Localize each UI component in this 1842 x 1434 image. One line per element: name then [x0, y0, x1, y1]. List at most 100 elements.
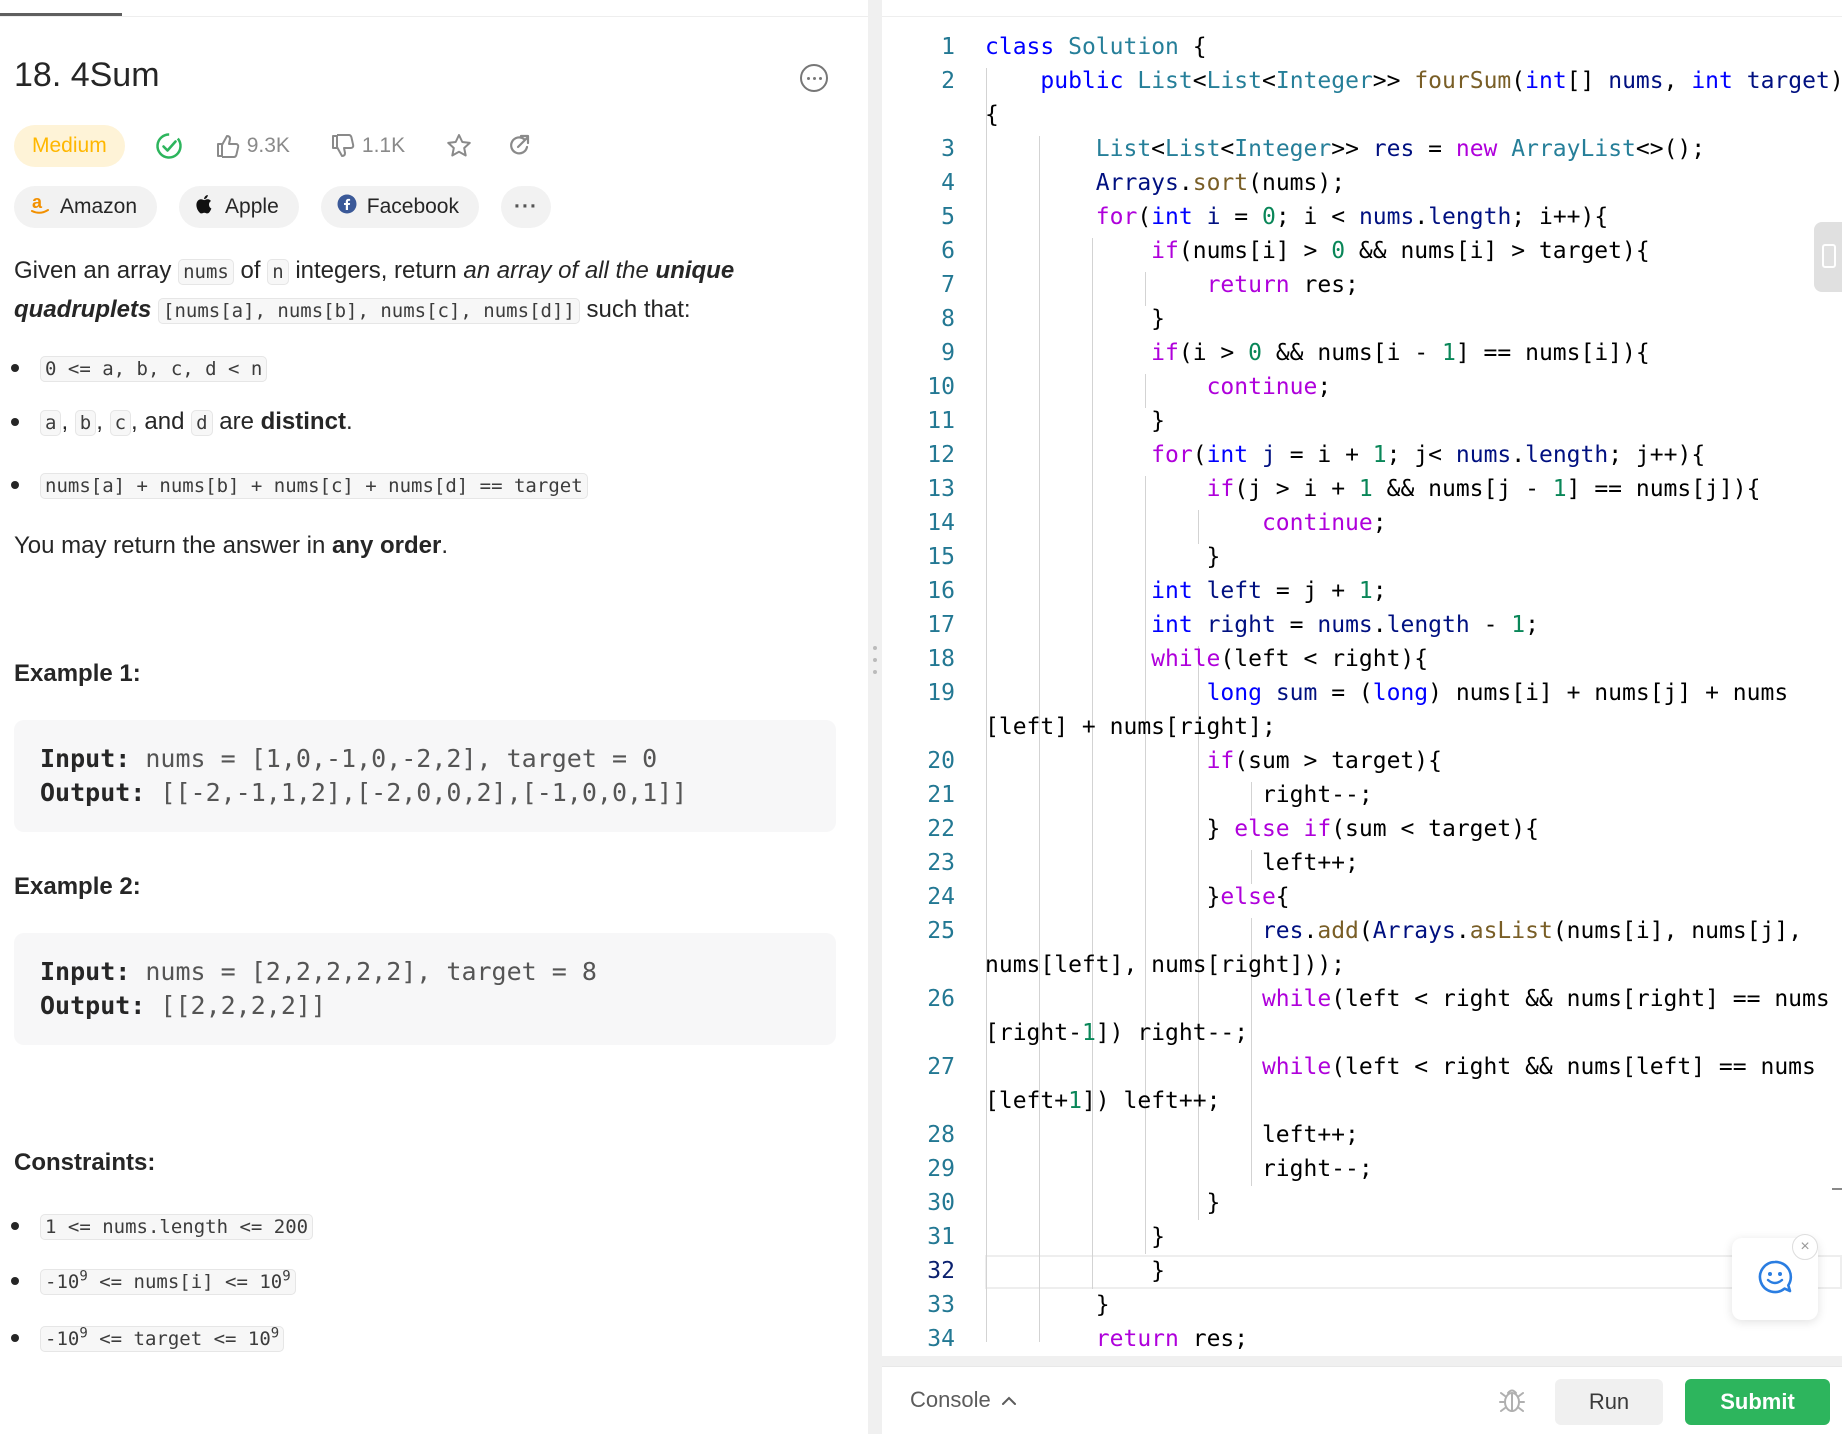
code-line[interactable]: 11 } — [882, 404, 1842, 438]
code-line[interactable]: 27 while(left < right && nums[left] == n… — [882, 1050, 1842, 1084]
likes-count: 9.3K — [246, 134, 290, 157]
code-line[interactable]: 10 continue; — [882, 370, 1842, 404]
line-number: 13 — [927, 476, 955, 502]
line-number: 24 — [927, 884, 955, 910]
code-line[interactable]: [right-1]) right--; — [882, 1016, 1842, 1050]
problem-description: Given an array nums of n integers, retur… — [14, 257, 735, 324]
svg-text:a: a — [32, 193, 43, 212]
example-2-box: Input: nums = [2,2,2,2,2], target = 8 Ou… — [14, 933, 836, 1045]
line-number: 3 — [941, 136, 955, 162]
example-1-box: Input: nums = [1,0,-1,0,-2,2], target = … — [14, 720, 836, 832]
company-tag-label: Apple — [225, 195, 279, 218]
code-line[interactable]: 16 int left = j + 1; — [882, 574, 1842, 608]
like-button[interactable]: 9.3K — [215, 133, 290, 159]
line-number: 8 — [941, 306, 955, 332]
code-line[interactable]: 29 right--; — [882, 1152, 1842, 1186]
line-number: 18 — [927, 646, 955, 672]
problem-title: 18. 4Sum — [14, 56, 160, 94]
problem-panel: 18. 4Sum Medium 9.3K 1.1K a Amazon Apple — [0, 0, 868, 1434]
code-line[interactable]: 9 if(i > 0 && nums[i - 1] == nums[i]){ — [882, 336, 1842, 370]
problem-meta-row: Medium 9.3K 1.1K — [14, 124, 533, 168]
code-line[interactable]: [left] + nums[right]; — [882, 710, 1842, 744]
company-tag-apple[interactable]: Apple — [179, 186, 299, 228]
code-line[interactable]: 34 return res; — [882, 1322, 1842, 1356]
code-line[interactable]: 30 } — [882, 1186, 1842, 1220]
line-number: 11 — [927, 408, 955, 434]
line-number: 22 — [927, 816, 955, 842]
code-line[interactable]: 28 left++; — [882, 1118, 1842, 1152]
line-number: 31 — [927, 1224, 955, 1250]
line-number: 16 — [927, 578, 955, 604]
more-options-icon[interactable] — [800, 64, 828, 92]
submit-button[interactable]: Submit — [1685, 1379, 1830, 1425]
code-line[interactable]: 18 while(left < right){ — [882, 642, 1842, 676]
code-editor[interactable]: 1 class Solution {2 public List<List<Inte… — [882, 0, 1842, 1356]
code-line[interactable]: 13 if(j > i + 1 && nums[j - 1] == nums[j… — [882, 472, 1842, 506]
pane-divider[interactable] — [868, 0, 882, 1434]
star-icon[interactable] — [445, 132, 473, 160]
code-line[interactable]: 17 int right = nums.length - 1; — [882, 608, 1842, 642]
run-button[interactable]: Run — [1555, 1379, 1663, 1425]
code-line[interactable]: 23 left++; — [882, 846, 1842, 880]
more-companies-button[interactable]: ··· — [501, 186, 551, 228]
code-line[interactable]: 19 long sum = (long) nums[i] + nums[j] +… — [882, 676, 1842, 710]
code-line[interactable]: 22 } else if(sum < target){ — [882, 812, 1842, 846]
order-note: You may return the answer in any order. — [14, 532, 449, 559]
company-tag-amazon[interactable]: a Amazon — [14, 186, 158, 228]
console-label: Console — [910, 1387, 991, 1412]
facebook-logo-icon — [337, 194, 357, 220]
apple-logo-icon — [195, 193, 215, 221]
code-line[interactable]: 15 } — [882, 540, 1842, 574]
code-line[interactable]: 12 for(int j = i + 1; j< nums.length; j+… — [882, 438, 1842, 472]
ellipsis-icon: ··· — [514, 195, 538, 218]
line-number: 33 — [927, 1292, 955, 1318]
console-toggle[interactable]: Console — [910, 1387, 1017, 1413]
line-number: 19 — [927, 680, 955, 706]
company-tag-facebook[interactable]: Facebook — [320, 186, 479, 228]
code-line[interactable]: 14 continue; — [882, 506, 1842, 540]
share-icon[interactable] — [505, 132, 533, 160]
line-number: 5 — [941, 204, 955, 230]
code-line[interactable]: 1 class Solution { — [882, 30, 1842, 64]
line-number: 21 — [927, 782, 955, 808]
code-line[interactable]: 3 List<List<Integer>> res = new ArrayLis… — [882, 132, 1842, 166]
code-line[interactable]: 2 public List<List<Integer>> fourSum(int… — [882, 64, 1842, 98]
example-1-heading: Example 1: — [14, 660, 141, 687]
code-line[interactable]: 7 return res; — [882, 268, 1842, 302]
console-bar: Console Run Submit — [882, 1366, 1842, 1434]
code-line[interactable]: 24 }else{ — [882, 880, 1842, 914]
line-number: 2 — [941, 68, 955, 94]
line-number: 17 — [927, 612, 955, 638]
side-panel-toggle-icon[interactable] — [1814, 222, 1842, 292]
company-tag-label: Amazon — [60, 195, 138, 218]
solved-check-icon — [155, 132, 183, 160]
code-line[interactable]: 25 res.add(Arrays.asList(nums[i], nums[j… — [882, 914, 1842, 948]
close-icon[interactable]: × — [1792, 1234, 1818, 1260]
code-line[interactable]: nums[left], nums[right])); — [882, 948, 1842, 982]
line-number: 30 — [927, 1190, 955, 1216]
code-line[interactable]: 4 Arrays.sort(nums); — [882, 166, 1842, 200]
code-line[interactable]: 21 right--; — [882, 778, 1842, 812]
line-number: 4 — [941, 170, 955, 196]
company-tags: a Amazon Apple Facebook ··· — [14, 186, 551, 228]
line-number: 29 — [927, 1156, 955, 1182]
code-line[interactable]: 33 } — [882, 1288, 1842, 1322]
code-line[interactable]: { — [882, 98, 1842, 132]
code-line[interactable]: 5 for(int i = 0; i < nums.length; i++){ — [882, 200, 1842, 234]
code-line[interactable]: 6 if(nums[i] > 0 && nums[i] > target){ — [882, 234, 1842, 268]
line-number: 14 — [927, 510, 955, 536]
code-line[interactable]: 26 while(left < right && nums[right] == … — [882, 982, 1842, 1016]
example-2-heading: Example 2: — [14, 873, 141, 900]
constraints-heading: Constraints: — [14, 1149, 156, 1176]
code-line[interactable]: 32 } — [882, 1254, 1842, 1288]
scrollbar[interactable] — [1832, 1188, 1842, 1190]
code-line[interactable]: 31 } — [882, 1220, 1842, 1254]
line-number: 10 — [927, 374, 955, 400]
code-line[interactable]: 20 if(sum > target){ — [882, 744, 1842, 778]
dislike-button[interactable]: 1.1K — [330, 133, 405, 159]
debug-bug-icon[interactable] — [1498, 1385, 1526, 1420]
code-line[interactable]: 8 } — [882, 302, 1842, 336]
thumbs-up-icon — [215, 133, 241, 159]
drag-handle-icon[interactable] — [873, 646, 877, 674]
code-line[interactable]: [left+1]) left++; — [882, 1084, 1842, 1118]
